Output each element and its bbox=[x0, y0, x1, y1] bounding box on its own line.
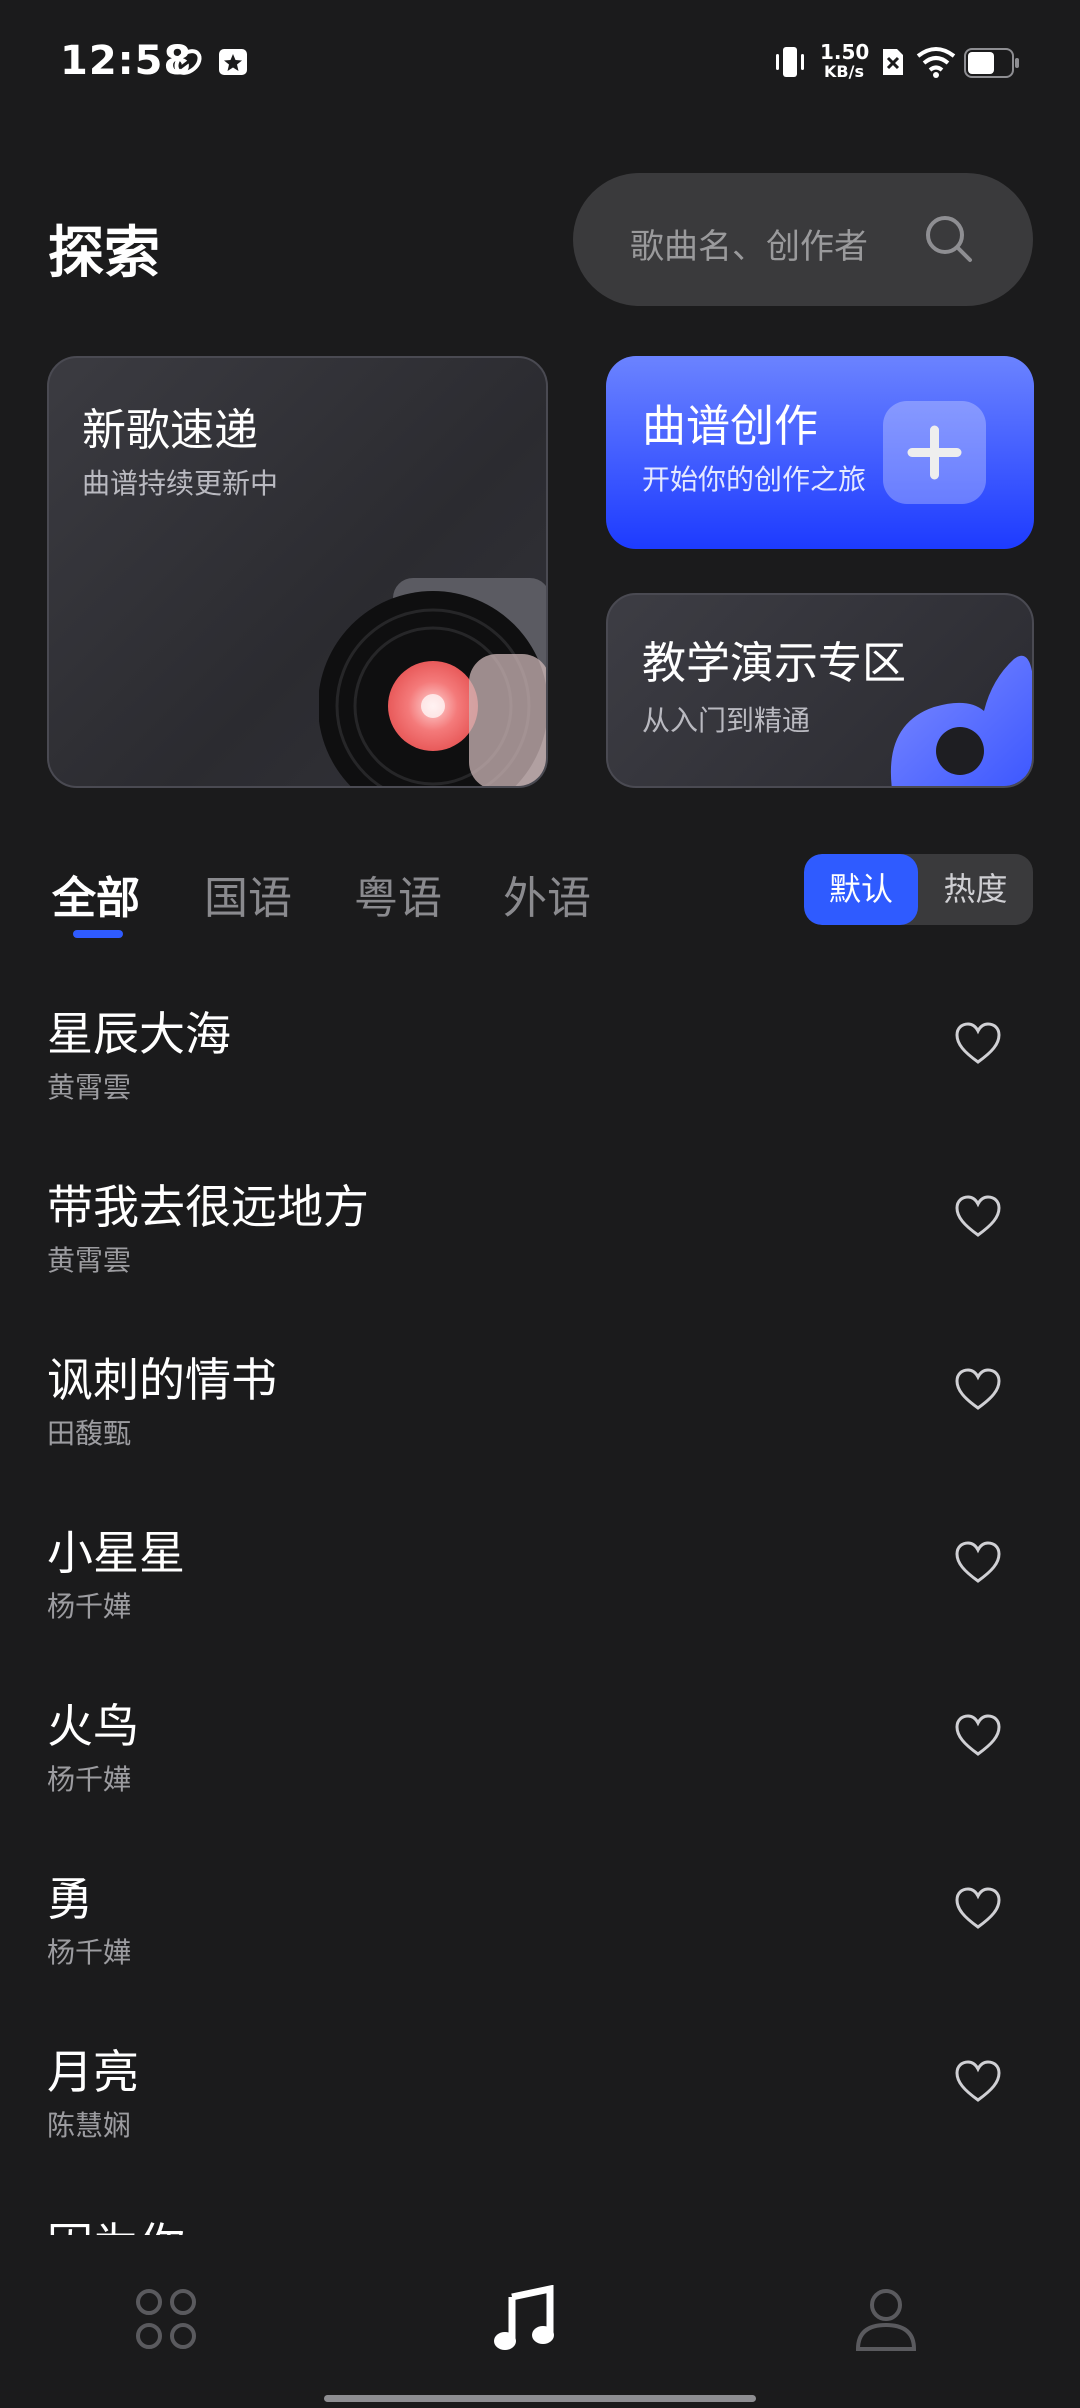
new-songs-card[interactable]: 新歌速递 曲谱持续更新中 bbox=[47, 356, 548, 788]
bottom-nav bbox=[0, 2235, 1080, 2408]
search-input[interactable]: 歌曲名、创作者 bbox=[573, 173, 1033, 306]
list-item[interactable]: 星辰大海 黄霄雲 bbox=[0, 980, 1080, 1153]
heart-icon[interactable] bbox=[954, 1714, 1002, 1758]
tab-mandarin[interactable]: 国语 bbox=[204, 862, 292, 926]
compose-card[interactable]: 曲谱创作 开始你的创作之旅 bbox=[606, 356, 1034, 549]
list-item[interactable]: 火鸟 杨千嬅 bbox=[0, 1672, 1080, 1845]
list-item[interactable]: 勇 杨千嬅 bbox=[0, 1845, 1080, 2018]
song-title: 月亮 bbox=[47, 2045, 139, 2099]
new-songs-subtitle: 曲谱持续更新中 bbox=[82, 467, 279, 500]
network-speed-value: 1.50 bbox=[820, 40, 870, 64]
add-score-button[interactable] bbox=[883, 401, 986, 504]
compose-subtitle: 开始你的创作之旅 bbox=[642, 463, 867, 496]
list-item[interactable]: 小星星 杨千嬅 bbox=[0, 1499, 1080, 1672]
network-speed-unit: KB/s bbox=[824, 62, 864, 81]
plus-icon bbox=[907, 425, 962, 480]
teaching-subtitle: 从入门到精通 bbox=[642, 704, 811, 737]
song-title: 讽刺的情书 bbox=[47, 1353, 277, 1407]
song-artist: 陈慧娴 bbox=[47, 2109, 132, 2142]
tab-cantonese[interactable]: 粤语 bbox=[354, 862, 442, 926]
vinyl-record-icon bbox=[319, 578, 546, 786]
song-title: 带我去很远地方 bbox=[47, 1180, 369, 1234]
network-speed: 1.50 KB/s bbox=[820, 40, 870, 82]
profile-icon[interactable] bbox=[854, 2287, 918, 2353]
sort-toggle[interactable]: 默认 热度 bbox=[804, 854, 1033, 925]
song-title: 星辰大海 bbox=[47, 1007, 231, 1061]
song-title: 因为你 bbox=[47, 2209, 185, 2235]
search-placeholder: 歌曲名、创作者 bbox=[630, 227, 868, 267]
swirl-icon bbox=[174, 49, 202, 75]
song-title: 勇 bbox=[47, 1872, 93, 1926]
list-item[interactable]: 带我去很远地方 黄霄雲 bbox=[0, 1153, 1080, 1326]
list-item[interactable]: 讽刺的情书 田馥甄 bbox=[0, 1326, 1080, 1499]
heart-icon[interactable] bbox=[954, 1022, 1002, 1066]
star-badge-icon bbox=[219, 49, 247, 75]
blue-swirl-icon bbox=[891, 655, 1032, 786]
list-item[interactable]: 月亮 陈慧娴 bbox=[0, 2018, 1080, 2191]
tab-all[interactable]: 全部 bbox=[52, 862, 140, 926]
compose-title: 曲谱创作 bbox=[642, 401, 818, 452]
song-artist: 黄霄雲 bbox=[47, 1244, 132, 1277]
heart-icon[interactable] bbox=[954, 1195, 1002, 1239]
song-title: 火鸟 bbox=[47, 1699, 139, 1753]
heart-icon[interactable] bbox=[954, 2060, 1002, 2104]
home-indicator[interactable] bbox=[324, 2395, 756, 2402]
song-artist: 杨千嬅 bbox=[47, 1763, 132, 1796]
song-artist: 杨千嬅 bbox=[47, 1936, 132, 1969]
heart-icon[interactable] bbox=[954, 1541, 1002, 1585]
new-songs-title: 新歌速递 bbox=[82, 405, 258, 456]
song-artist: 田馥甄 bbox=[47, 1417, 132, 1450]
teaching-title: 教学演示专区 bbox=[642, 638, 906, 689]
tab-foreign[interactable]: 外语 bbox=[503, 862, 591, 926]
heart-icon[interactable] bbox=[954, 1887, 1002, 1931]
heart-icon[interactable] bbox=[954, 1368, 1002, 1412]
sort-default-button[interactable]: 默认 bbox=[804, 854, 918, 925]
sim-off-icon bbox=[883, 49, 903, 75]
song-list[interactable]: 星辰大海 黄霄雲 带我去很远地方 黄霄雲 讽刺的情书 田馥甄 小星星 杨千嬅 火… bbox=[0, 980, 1080, 2235]
sort-hot-button[interactable]: 热度 bbox=[918, 854, 1033, 925]
song-title: 小星星 bbox=[47, 1526, 185, 1580]
wifi-icon bbox=[916, 47, 956, 78]
battery-icon bbox=[964, 48, 1019, 78]
song-artist: 杨千嬅 bbox=[47, 1590, 132, 1623]
search-icon[interactable] bbox=[923, 213, 975, 265]
teaching-card[interactable]: 教学演示专区 从入门到精通 bbox=[606, 593, 1034, 788]
vibrate-icon bbox=[776, 47, 804, 77]
song-artist: 黄霄雲 bbox=[47, 1071, 132, 1104]
music-note-icon[interactable] bbox=[492, 2285, 560, 2353]
home-grid-icon[interactable] bbox=[134, 2287, 198, 2351]
page-title: 探索 bbox=[48, 221, 160, 286]
list-item[interactable]: 因为你 bbox=[0, 2191, 1080, 2235]
tab-indicator bbox=[73, 930, 123, 938]
